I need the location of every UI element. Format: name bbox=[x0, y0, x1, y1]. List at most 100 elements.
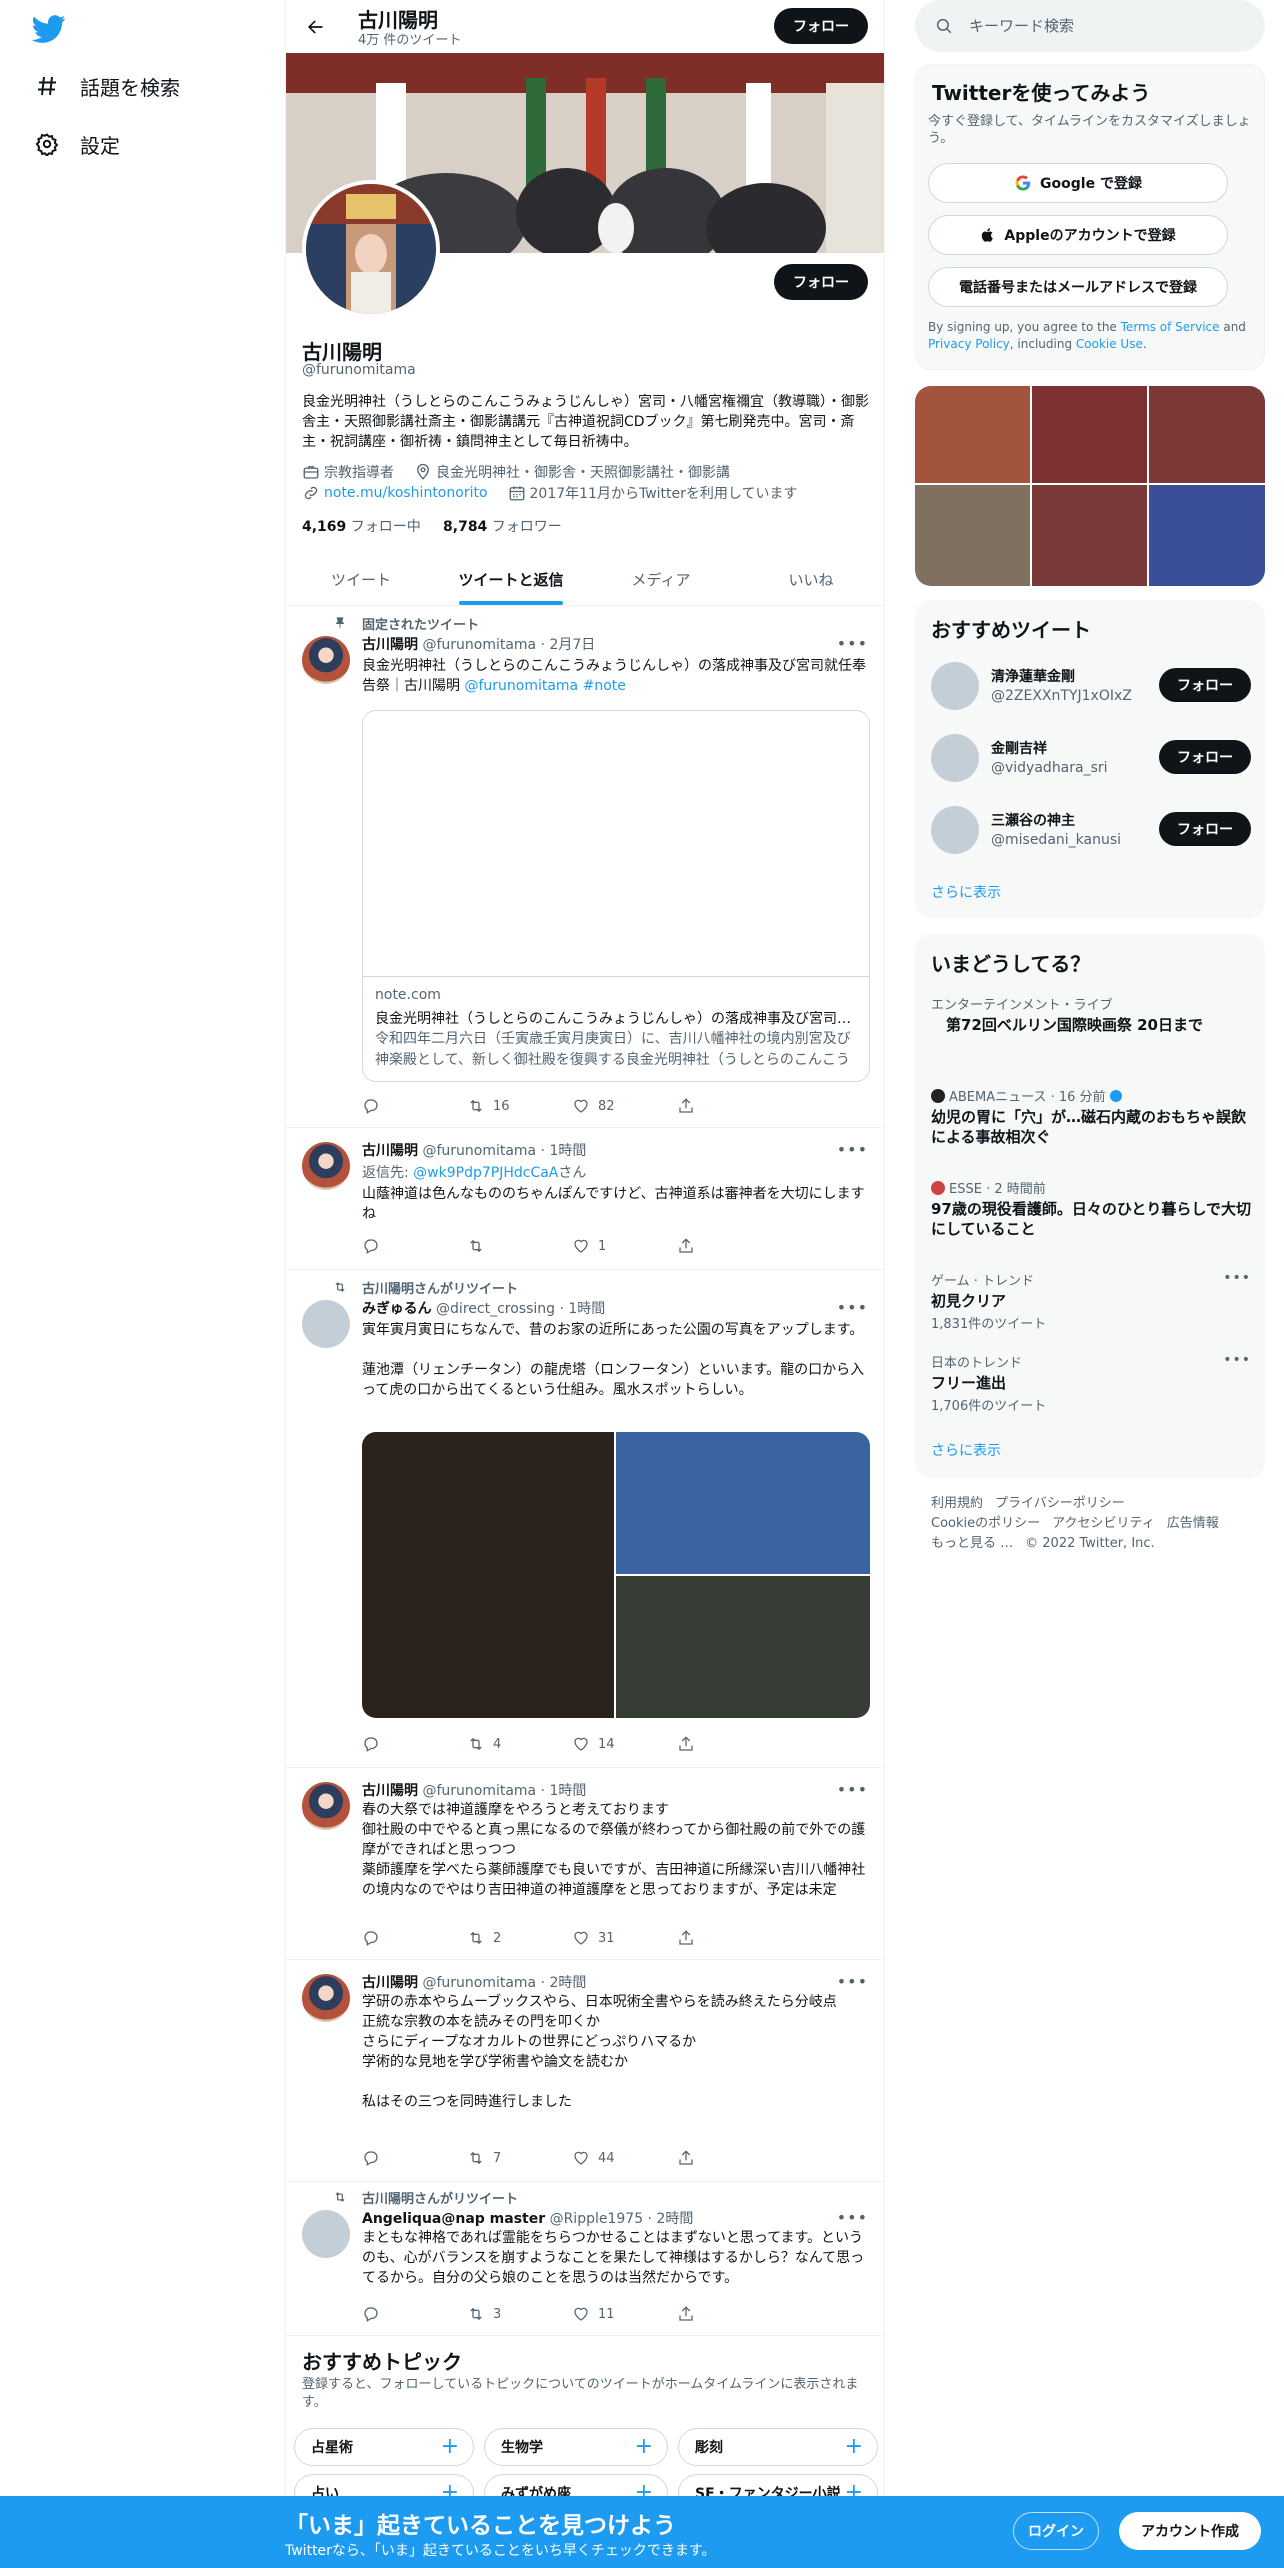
tweet-author-name[interactable]: みぎゅるん bbox=[362, 1301, 432, 1317]
like-button[interactable]: 44 bbox=[572, 2148, 677, 2168]
search-input[interactable] bbox=[969, 17, 1229, 35]
trend-item[interactable]: エンターテインメント・ライブ 第72回ベルリン国際映画祭 20日まで bbox=[931, 994, 1251, 1035]
topic-chip[interactable]: 彫刻 + bbox=[678, 2428, 878, 2466]
recommend-item[interactable]: 清浄蓮華金剛 @2ZEXXnTYJ1xOIxZ フォロー bbox=[915, 650, 1265, 722]
footer-more[interactable]: もっと見る … bbox=[931, 1534, 1013, 1554]
tweet-books[interactable]: 古川陽明 @furunomitama · 2時間 ••• 学研の赤本やらムーブッ… bbox=[286, 1960, 884, 2182]
nav-explore[interactable]: 話題を検索 bbox=[34, 66, 180, 106]
create-account-button[interactable]: アカウント作成 bbox=[1119, 2512, 1261, 2550]
avatar[interactable] bbox=[302, 1782, 350, 1830]
avatar[interactable] bbox=[302, 2210, 350, 2258]
profile-link[interactable]: note.mu/koshintonorito bbox=[302, 484, 488, 502]
avatar[interactable] bbox=[302, 636, 350, 684]
tweet-author-meta[interactable]: @direct_crossing · 1時間 bbox=[436, 1301, 605, 1317]
more-icon[interactable]: ••• bbox=[837, 1972, 868, 1991]
more-icon[interactable]: ••• bbox=[837, 1780, 868, 1799]
share-button[interactable] bbox=[677, 2304, 782, 2324]
like-button[interactable]: 82 bbox=[572, 1096, 677, 1116]
more-icon[interactable]: ••• bbox=[837, 1140, 868, 1159]
reply-button[interactable] bbox=[362, 1734, 467, 1754]
terms-of-service-link[interactable]: Terms of Service bbox=[1121, 320, 1220, 334]
footer-accessibility[interactable]: アクセシビリティ bbox=[1052, 1514, 1155, 1534]
topic-chip[interactable]: 占星術 + bbox=[294, 2428, 474, 2466]
profile-avatar[interactable] bbox=[302, 180, 440, 318]
back-arrow-icon[interactable] bbox=[298, 10, 332, 44]
media-thumb[interactable] bbox=[1149, 386, 1265, 483]
reply-button[interactable] bbox=[362, 2304, 467, 2324]
tweet-author-name[interactable]: 古川陽明 bbox=[362, 1783, 418, 1799]
more-icon[interactable]: ••• bbox=[837, 2208, 868, 2227]
link-card[interactable]: note.com 良金光明神社（うしとらのこんこうみょうじんしゃ）の落成神事及び… bbox=[362, 710, 870, 1082]
reply-to-mention[interactable]: @wk9Pdp7PJHdcCaA bbox=[413, 1165, 558, 1181]
recommend-item[interactable]: 三瀬谷の神主 @misedani_kanusi フォロー bbox=[915, 794, 1265, 866]
recommend-show-more[interactable]: さらに表示 bbox=[931, 882, 1001, 902]
tweet-author-name[interactable]: 古川陽明 bbox=[362, 1143, 418, 1159]
photo-2[interactable] bbox=[616, 1432, 870, 1574]
tab-likes[interactable]: いいね bbox=[736, 553, 884, 605]
recommend-follow-button[interactable]: フォロー bbox=[1159, 668, 1251, 702]
share-button[interactable] bbox=[677, 1734, 782, 1754]
media-thumb[interactable] bbox=[1149, 485, 1265, 586]
header-follow-button[interactable]: フォロー bbox=[774, 8, 868, 44]
topic-chip[interactable]: 生物学 + bbox=[484, 2428, 668, 2466]
trend-item[interactable]: ゲーム · トレンド 初見クリア 1,831件のツイート ••• bbox=[931, 1270, 1251, 1332]
avatar[interactable] bbox=[302, 1974, 350, 2022]
hashtag-link[interactable]: #note bbox=[578, 678, 626, 694]
more-icon[interactable]: ••• bbox=[837, 1298, 868, 1317]
trend-item[interactable]: ESSE · 2 時間前 97歳の現役看護師。日々のひとり暮らしで大切にしている… bbox=[931, 1178, 1251, 1239]
retweet-button[interactable]: 7 bbox=[467, 2148, 572, 2168]
like-button[interactable]: 14 bbox=[572, 1734, 677, 1754]
tweet-author-meta[interactable]: @furunomitama · 1時間 bbox=[422, 1783, 586, 1799]
tweet-author-name[interactable]: 古川陽明 bbox=[362, 637, 418, 653]
retweet-button[interactable]: 2 bbox=[467, 1928, 572, 1948]
reply-button[interactable] bbox=[362, 1096, 467, 1116]
footer-cookie[interactable]: Cookieのポリシー bbox=[931, 1514, 1040, 1534]
tweet-author-meta[interactable]: @furunomitama · 1時間 bbox=[422, 1143, 586, 1159]
plus-icon[interactable]: + bbox=[635, 2434, 653, 2459]
more-icon[interactable]: ••• bbox=[837, 634, 868, 653]
plus-icon[interactable]: + bbox=[441, 2434, 459, 2459]
tweet-goma[interactable]: 古川陽明 @furunomitama · 1時間 ••• 春の大祭では神道護摩を… bbox=[286, 1768, 884, 1960]
reply-button[interactable] bbox=[362, 1928, 467, 1948]
trend-item[interactable]: 日本のトレンド フリー進出 1,706件のツイート ••• bbox=[931, 1352, 1251, 1414]
like-button[interactable]: 11 bbox=[572, 2304, 677, 2324]
privacy-policy-link[interactable]: Privacy Policy bbox=[928, 337, 1010, 351]
share-button[interactable] bbox=[677, 1928, 782, 1948]
tweet-author-name[interactable]: 古川陽明 bbox=[362, 1975, 418, 1991]
footer-terms[interactable]: 利用規約 bbox=[931, 1494, 983, 1514]
tab-tweets[interactable]: ツイート bbox=[286, 553, 436, 605]
plus-icon[interactable]: + bbox=[845, 2434, 863, 2459]
tweet-author-meta[interactable]: @Ripple1975 · 2時間 bbox=[550, 2211, 694, 2227]
tweet-pinned[interactable]: 固定されたツイート 古川陽明 @furunomitama · 2月7日 ••• … bbox=[286, 606, 884, 1128]
media-thumb[interactable] bbox=[1032, 386, 1147, 483]
profile-link-text[interactable]: note.mu/koshintonorito bbox=[324, 485, 488, 501]
media-thumb[interactable] bbox=[915, 485, 1030, 586]
tweet-reply[interactable]: 古川陽明 @furunomitama · 1時間 ••• 返信先: @wk9Pd… bbox=[286, 1128, 884, 1270]
google-signup-button[interactable]: Google で登録 bbox=[928, 163, 1228, 203]
recommend-follow-button[interactable]: フォロー bbox=[1159, 812, 1251, 846]
footer-ads[interactable]: 広告情報 bbox=[1167, 1514, 1219, 1534]
like-button[interactable]: 31 bbox=[572, 1928, 677, 1948]
avatar[interactable] bbox=[931, 806, 979, 854]
reply-button[interactable] bbox=[362, 2148, 467, 2168]
retweet-button[interactable]: 4 bbox=[467, 1734, 572, 1754]
share-button[interactable] bbox=[677, 2148, 782, 2168]
search-box[interactable] bbox=[915, 0, 1265, 52]
avatar[interactable] bbox=[931, 662, 979, 710]
retweet-button[interactable]: 16 bbox=[467, 1096, 572, 1116]
avatar[interactable] bbox=[931, 734, 979, 782]
tweet-author-name[interactable]: Angeliqua@nap master bbox=[362, 2211, 545, 2227]
recommend-item[interactable]: 金剛吉祥 @vidyadhara_sri フォロー bbox=[915, 722, 1265, 794]
retweet-button[interactable]: 3 bbox=[467, 2304, 572, 2324]
photo-3[interactable] bbox=[616, 1576, 870, 1718]
like-button[interactable]: 1 bbox=[572, 1236, 677, 1256]
more-icon[interactable]: ••• bbox=[1223, 1270, 1251, 1286]
reply-button[interactable] bbox=[362, 1236, 467, 1256]
avatar[interactable] bbox=[302, 1142, 350, 1190]
login-button[interactable]: ログイン bbox=[1013, 2512, 1099, 2550]
twitter-logo-icon[interactable] bbox=[32, 12, 66, 46]
profile-follow-button[interactable]: フォロー bbox=[774, 264, 868, 300]
avatar[interactable] bbox=[302, 1300, 350, 1348]
tweet-retweet-angeliqua[interactable]: 古川陽明さんがリツイート Angeliqua@nap master @Rippl… bbox=[286, 2182, 884, 2336]
retweet-button[interactable] bbox=[467, 1236, 572, 1256]
